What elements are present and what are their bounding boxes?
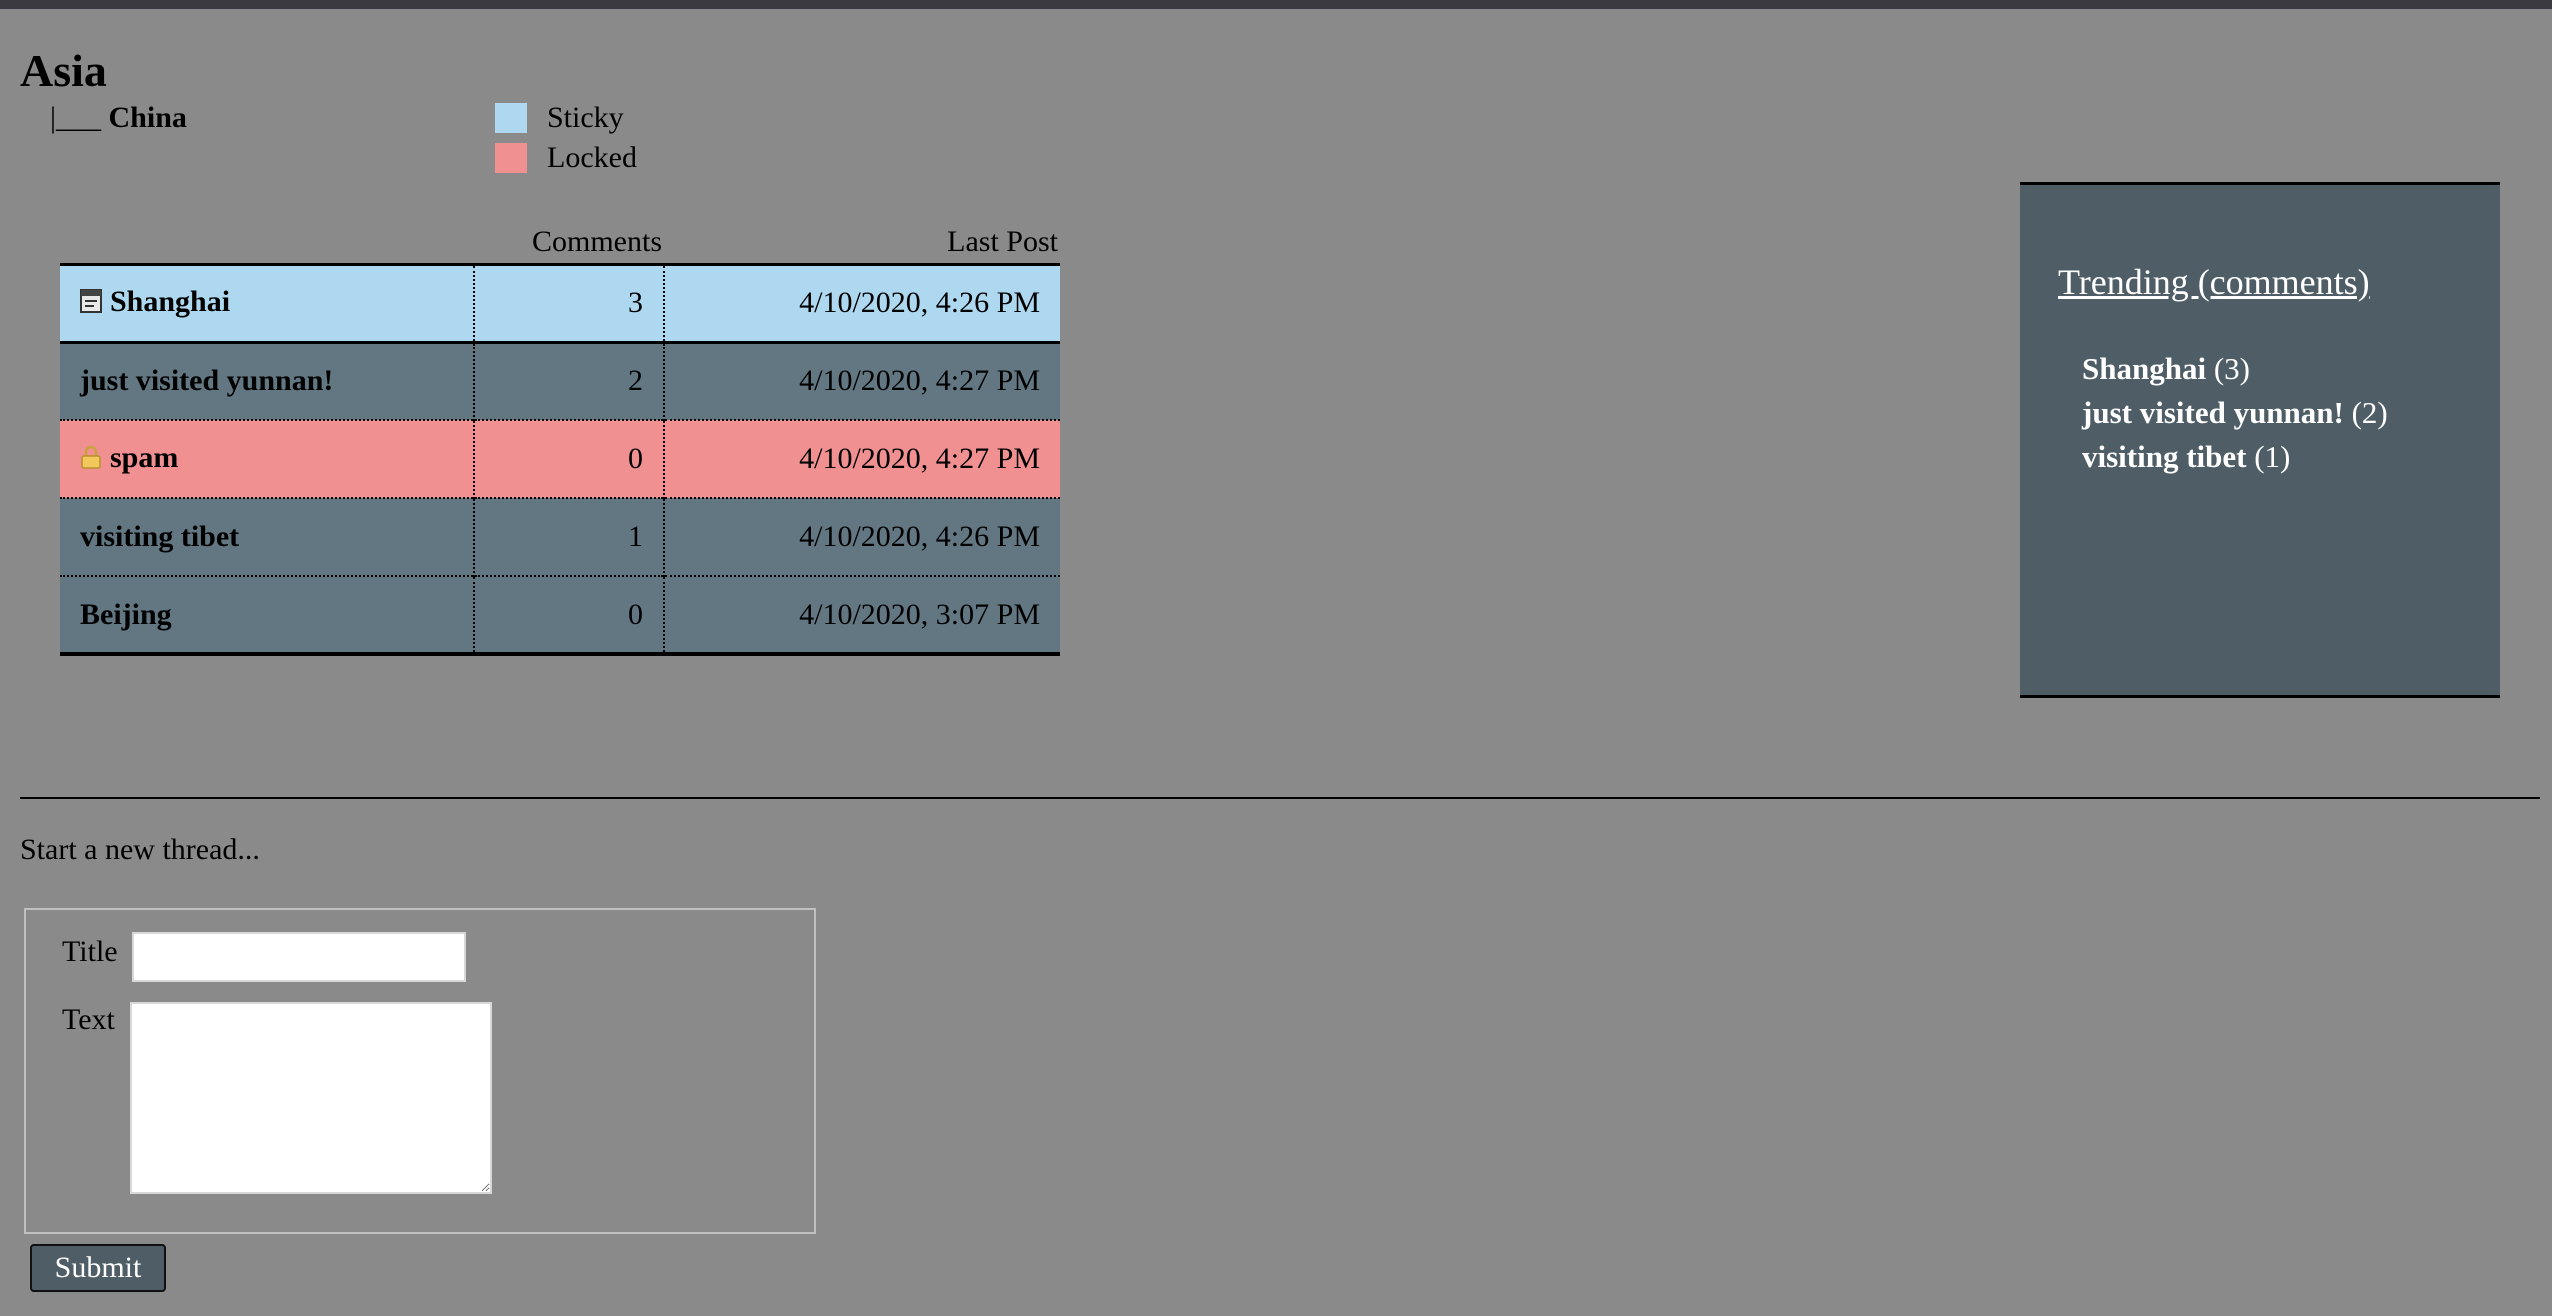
submit-button[interactable]: Submit xyxy=(30,1244,166,1292)
header-title xyxy=(60,222,474,264)
thread-title-cell[interactable]: Beijing xyxy=(60,576,475,654)
legend: Sticky Locked xyxy=(495,98,637,178)
new-thread-prompt: Start a new thread... xyxy=(20,833,260,866)
thread-title[interactable]: Shanghai xyxy=(110,285,230,318)
trending-item-title[interactable]: Shanghai xyxy=(2082,351,2206,386)
table-row[interactable]: Beijing 0 4/10/2020, 3:07 PM xyxy=(60,576,1060,654)
thread-title-cell[interactable]: just visited yunnan! xyxy=(60,342,475,420)
text-input[interactable] xyxy=(130,1002,492,1194)
breadcrumb-subforum: China xyxy=(108,101,187,134)
comment-count: 1 xyxy=(473,498,665,576)
lock-icon xyxy=(80,443,102,477)
comment-count: 2 xyxy=(473,342,665,420)
trending-item-count: (1) xyxy=(2254,439,2291,474)
thread-title[interactable]: visiting tibet xyxy=(80,520,239,553)
last-post: 4/10/2020, 4:27 PM xyxy=(663,342,1060,420)
trending-panel: Trending (comments) Shanghai (3) just vi… xyxy=(2020,182,2500,698)
thread-title[interactable]: Beijing xyxy=(80,598,172,631)
page-title: Asia xyxy=(20,45,107,96)
trending-item-title[interactable]: just visited yunnan! xyxy=(2082,395,2344,430)
trending-item-title[interactable]: visiting tibet xyxy=(2082,439,2246,474)
legend-label-locked: Locked xyxy=(547,141,637,174)
legend-item-locked: Locked xyxy=(495,138,637,178)
last-post: 4/10/2020, 3:07 PM xyxy=(663,576,1060,654)
thread-title[interactable]: spam xyxy=(110,441,178,474)
breadcrumb: |___ China xyxy=(50,100,187,136)
thread-title[interactable]: just visited yunnan! xyxy=(80,364,333,397)
title-input[interactable] xyxy=(132,932,466,982)
trending-list: Shanghai (3) just visited yunnan! (2) vi… xyxy=(2082,347,2388,479)
last-post: 4/10/2020, 4:26 PM xyxy=(663,264,1060,342)
top-bar xyxy=(0,0,2552,9)
title-label: Title xyxy=(62,935,118,968)
comment-count: 0 xyxy=(473,420,665,498)
trending-title[interactable]: Trending (comments) xyxy=(2058,261,2370,303)
thread-title-cell[interactable]: Shanghai xyxy=(60,264,475,342)
list-item[interactable]: Shanghai (3) xyxy=(2082,347,2388,391)
new-thread-form: Title Text xyxy=(24,908,816,1234)
comment-count: 3 xyxy=(473,264,665,342)
text-label: Text xyxy=(62,1003,115,1036)
legend-item-sticky: Sticky xyxy=(495,98,637,138)
table-row[interactable]: just visited yunnan! 2 4/10/2020, 4:27 P… xyxy=(60,342,1060,420)
legend-label-sticky: Sticky xyxy=(547,101,624,134)
thread-table: Comments Last Post Shanghai 3 4/10/2020,… xyxy=(60,222,1060,656)
last-post: 4/10/2020, 4:26 PM xyxy=(663,498,1060,576)
sticky-swatch xyxy=(495,103,527,133)
header-comments: Comments xyxy=(531,224,662,258)
breadcrumb-branch: |___ xyxy=(50,101,102,134)
divider xyxy=(20,797,2540,799)
trending-item-count: (2) xyxy=(2351,395,2388,430)
sticky-note-icon xyxy=(80,287,102,321)
table-row[interactable]: spam 0 4/10/2020, 4:27 PM xyxy=(60,420,1060,498)
table-header-row: Comments Last Post xyxy=(60,222,1060,264)
comment-count: 0 xyxy=(473,576,665,654)
locked-swatch xyxy=(495,143,527,173)
header-last-post: Last Post xyxy=(947,224,1058,258)
last-post: 4/10/2020, 4:27 PM xyxy=(663,420,1060,498)
list-item[interactable]: visiting tibet (1) xyxy=(2082,435,2388,479)
table-row[interactable]: Shanghai 3 4/10/2020, 4:26 PM xyxy=(60,264,1060,342)
trending-item-count: (3) xyxy=(2213,351,2250,386)
thread-title-cell[interactable]: visiting tibet xyxy=(60,498,475,576)
list-item[interactable]: just visited yunnan! (2) xyxy=(2082,391,2388,435)
thread-title-cell[interactable]: spam xyxy=(60,420,475,498)
table-row[interactable]: visiting tibet 1 4/10/2020, 4:26 PM xyxy=(60,498,1060,576)
